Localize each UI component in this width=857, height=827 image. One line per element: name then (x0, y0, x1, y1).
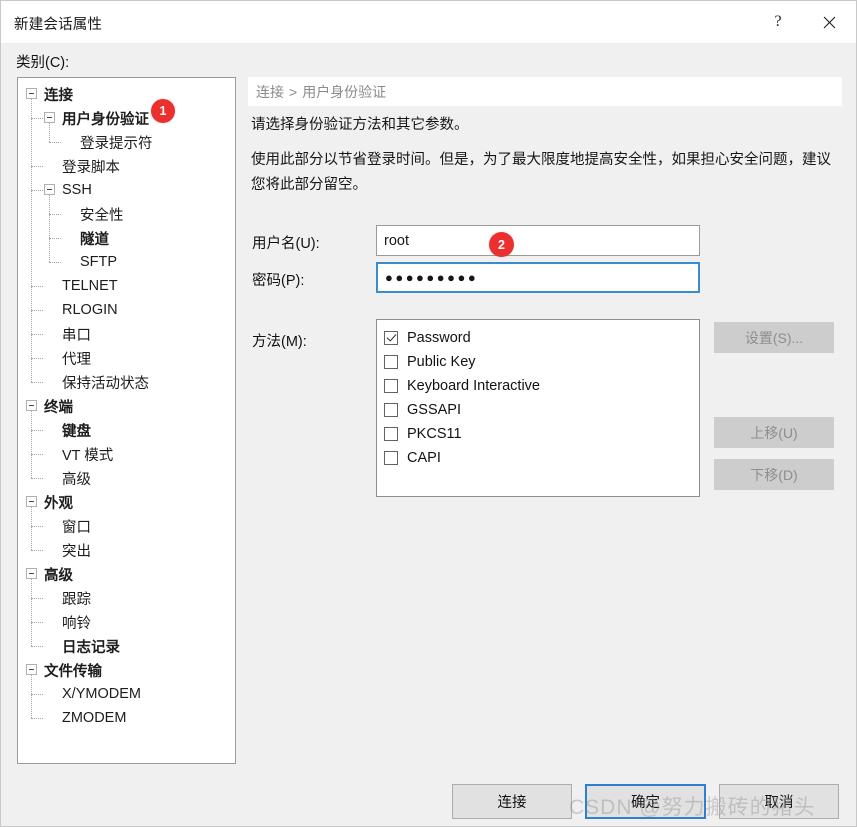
method-row-5[interactable]: CAPI (384, 446, 699, 470)
breadcrumb-root: 连接 (256, 83, 284, 100)
tree-item-label: 日志记录 (62, 639, 120, 656)
tree-item-label: 登录提示符 (80, 135, 153, 152)
move-down-button[interactable]: 下移(D) (714, 459, 834, 490)
tree-item-label: 隧道 (80, 231, 109, 248)
tree-item-label: 文件传输 (44, 663, 102, 680)
password-label: 密码(P): (252, 273, 305, 289)
tree-item-label: 高级 (44, 567, 73, 584)
move-up-button[interactable]: 上移(U) (714, 417, 834, 448)
settings-button[interactable]: 设置(S)... (714, 322, 834, 353)
tree-item-label: X/YMODEM (62, 686, 141, 702)
checkbox-unchecked-icon[interactable] (384, 451, 398, 465)
tree-expander-collapse-icon[interactable] (26, 496, 37, 507)
username-label: 用户名(U): (252, 236, 320, 252)
question-mark-icon: ? (774, 13, 782, 30)
new-session-properties-dialog: 新建会话属性 ? 类别(C): 连接 用户身份验证 登录提示符 登录脚本 SSH 安全性隧… (0, 0, 857, 827)
category-tree-panel[interactable]: 连接用户身份验证登录提示符登录脚本 SSH 安全性隧道 SFTP TELNET RLOGI… (17, 77, 236, 764)
description-paragraph-2: 使用此部分以节省登录时间。但是，为了最大限度地提高安全性，如果担心安全问题，建议… (251, 152, 831, 193)
checkbox-checked-icon[interactable] (384, 331, 398, 345)
breadcrumb-current: 用户身份验证 (302, 83, 387, 100)
checkbox-unchecked-icon[interactable] (384, 427, 398, 441)
window-title: 新建会话属性 (14, 17, 103, 33)
checkbox-unchecked-icon[interactable] (384, 355, 398, 369)
tree-item-label: 终端 (44, 399, 73, 416)
tree-item-label: SSH (62, 182, 92, 198)
tree-item-label: 保持活动状态 (62, 375, 149, 392)
tree-item-label: 代理 (62, 351, 91, 368)
category-label: 类别(C): (16, 55, 70, 71)
tree-item-label: ZMODEM (62, 710, 127, 726)
authentication-methods-list[interactable]: Password Public Key Keyboard Interactive GS… (376, 319, 700, 497)
tree-item-label: TELNET (62, 278, 118, 294)
tree-item-label: 连接 (44, 87, 73, 104)
tree-expander-collapse-icon[interactable] (44, 112, 55, 123)
checkbox-unchecked-icon[interactable] (384, 379, 398, 393)
method-row-2[interactable]: Keyboard Interactive (384, 374, 699, 398)
tree-item-label: 窗口 (62, 519, 91, 536)
annotation-badge-1: 1 (151, 99, 175, 123)
cancel-button[interactable]: 取消 (719, 784, 839, 819)
method-label: CAPI (407, 450, 441, 466)
tree-item-label: 用户身份验证 (62, 111, 149, 128)
method-row-1[interactable]: Public Key (384, 350, 699, 374)
breadcrumb: 连接 > 用户身份验证 (248, 77, 842, 106)
tree-expander-collapse-icon[interactable] (26, 664, 37, 675)
method-label: Keyboard Interactive (407, 378, 540, 394)
close-button[interactable] (806, 1, 852, 43)
tree-item-label: VT 模式 (62, 447, 114, 464)
tree-item-label: 外观 (44, 495, 73, 512)
tree-item-label: 响铃 (62, 615, 91, 632)
tree-expander-collapse-icon[interactable] (26, 88, 37, 99)
description-paragraph-1: 请选择身份验证方法和其它参数。 (251, 117, 469, 133)
tree-expander-collapse-icon[interactable] (26, 568, 37, 579)
tree-item-label: 突出 (62, 543, 91, 560)
method-label: PKCS11 (407, 426, 462, 442)
username-input[interactable] (376, 225, 700, 256)
method-label: Password (407, 330, 471, 346)
method-label: Public Key (407, 354, 476, 370)
tree-expander-collapse-icon[interactable] (44, 184, 55, 195)
help-button[interactable]: ? (755, 1, 801, 43)
checkbox-unchecked-icon[interactable] (384, 403, 398, 417)
tree-expander-collapse-icon[interactable] (26, 400, 37, 411)
method-row-0[interactable]: Password (384, 326, 699, 350)
ok-button[interactable]: 确定 (585, 784, 706, 819)
tree-item-label: SFTP (80, 254, 118, 270)
tree-item-label: 安全性 (80, 207, 124, 224)
tree-item-label: 高级 (62, 471, 91, 488)
method-row-3[interactable]: GSSAPI (384, 398, 699, 422)
annotation-badge-2: 2 (489, 232, 514, 257)
password-input[interactable] (376, 262, 700, 293)
tree-item-label: 串口 (62, 327, 91, 344)
tree-item-label: 登录脚本 (62, 159, 120, 176)
connect-button[interactable]: 连接 (452, 784, 572, 819)
tree-item-label: RLOGIN (62, 302, 118, 318)
tree-item-label: 键盘 (62, 423, 91, 440)
close-icon (823, 16, 836, 29)
breadcrumb-separator-icon: > (289, 83, 298, 100)
tree-item-label: 跟踪 (62, 591, 91, 608)
category-tree: 连接用户身份验证登录提示符登录脚本 SSH 安全性隧道 SFTP TELNET RLOGI… (18, 78, 235, 730)
method-label: 方法(M): (252, 334, 307, 350)
method-row-4[interactable]: PKCS11 (384, 422, 699, 446)
title-bar: 新建会话属性 ? (1, 1, 856, 44)
method-label: GSSAPI (407, 402, 461, 418)
